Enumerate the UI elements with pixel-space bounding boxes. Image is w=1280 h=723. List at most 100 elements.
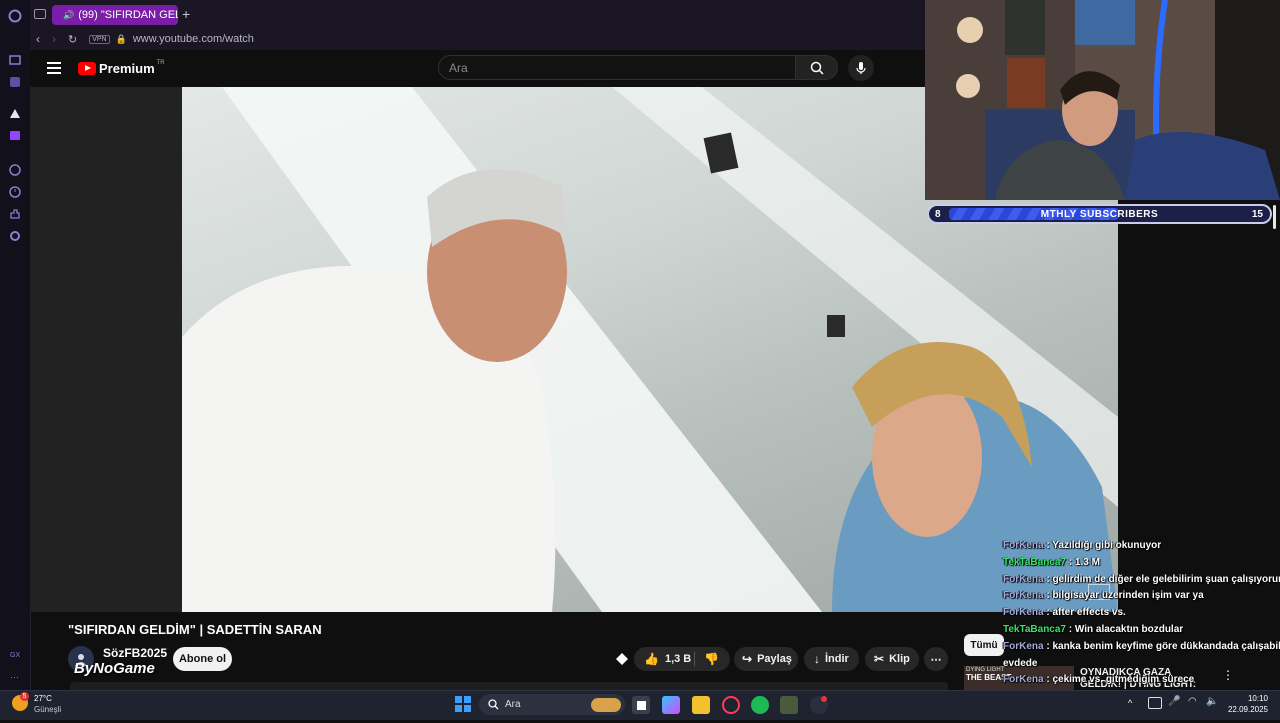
clock-time[interactable]: 10:10 xyxy=(1228,694,1268,703)
download-icon: ↓ xyxy=(814,652,820,666)
start-button-icon[interactable] xyxy=(455,696,471,712)
channel-name[interactable]: SözFB2025 xyxy=(103,646,167,660)
chat-message: after effects vs. xyxy=(1052,607,1126,619)
search-highlight-icon xyxy=(591,697,621,712)
chat-username: TekTaBanca7 xyxy=(1003,556,1066,568)
chat-username: ForKena xyxy=(1003,674,1044,686)
chat-separator: : xyxy=(1066,556,1075,568)
chat-message: Win alacaktın bozdular xyxy=(1074,623,1184,635)
sidebar-more-icon[interactable]: ··· xyxy=(10,672,19,682)
youtube-play-icon xyxy=(78,62,96,75)
new-tab-button[interactable]: + xyxy=(182,6,190,22)
spotify-icon[interactable] xyxy=(751,696,769,714)
voice-search-button[interactable] xyxy=(848,55,874,81)
microphone-icon xyxy=(856,62,866,74)
chip-all[interactable]: Tümü xyxy=(964,634,1004,656)
twitch-icon[interactable] xyxy=(7,128,23,144)
opera-sidebar: GX ··· xyxy=(0,0,31,690)
messenger-icon[interactable] xyxy=(7,74,23,90)
like-count[interactable]: 1,3 B xyxy=(665,653,691,665)
workspaces-icon[interactable] xyxy=(34,9,46,19)
gx-label: GX xyxy=(10,652,21,659)
chat-message: evdede xyxy=(1003,657,1038,669)
chat-line: ForKena : çekime vs. gitmediğim sürece xyxy=(1003,672,1280,689)
share-button[interactable]: ↪ Paylaş xyxy=(734,647,798,671)
scissors-icon: ✂ xyxy=(874,652,885,666)
chat-line: TekTaBanca7 : Win alacaktın bozdular xyxy=(1003,622,1280,639)
youtube-logo[interactable]: Premium TR xyxy=(78,59,165,76)
search-icon xyxy=(810,61,824,75)
task-view-icon[interactable] xyxy=(632,696,650,714)
mail-icon[interactable] xyxy=(7,52,23,68)
clock-date: 22.09.2025 xyxy=(1227,705,1268,714)
chat-username: ForKena xyxy=(1003,607,1044,619)
menu-icon[interactable] xyxy=(47,62,61,74)
chat-line: ForKena : after effects vs. xyxy=(1003,605,1280,622)
opera-gx-logo-icon[interactable] xyxy=(7,8,23,24)
history-icon[interactable] xyxy=(7,184,23,200)
search-button[interactable] xyxy=(796,55,838,80)
tray-chevron-icon[interactable]: ^ xyxy=(1128,698,1132,708)
settings-icon[interactable] xyxy=(7,228,23,244)
taskbar-search[interactable]: Ara xyxy=(479,694,625,715)
tray-volume-icon[interactable]: 🔈 xyxy=(1206,696,1218,707)
chat-line: ForKena : kanka benim keyfime göre dükka… xyxy=(1003,639,1280,656)
more-dots-icon: ⋯ xyxy=(930,653,942,666)
address-bar: ‹ › ↻ VPN 🔒 www.youtube.com/watch xyxy=(30,28,925,50)
page-scrollbar[interactable] xyxy=(1273,205,1276,229)
subscribe-button[interactable]: Abone ol xyxy=(173,647,232,671)
like-icon[interactable]: 👍 xyxy=(644,652,659,666)
chat-line: TekTaBanca7 : 1.3 M xyxy=(1003,555,1280,572)
more-actions-button[interactable]: ⋯ xyxy=(924,647,948,671)
file-explorer-icon[interactable] xyxy=(692,696,710,714)
chat-username: ForKena xyxy=(1003,540,1044,551)
chat-username: TekTaBanca7 xyxy=(1003,623,1066,635)
search-input[interactable]: Ara xyxy=(438,55,796,80)
tray-wifi-icon[interactable]: ◠ xyxy=(1188,696,1197,707)
webcam-scene xyxy=(925,0,1280,200)
obs-icon[interactable] xyxy=(810,696,828,714)
chat-username: ForKena xyxy=(1003,573,1044,585)
game-launcher-icon[interactable] xyxy=(780,696,798,714)
sub-count-right: 15 xyxy=(1251,208,1263,220)
copilot-icon[interactable] xyxy=(662,696,680,714)
clip-label: Klip xyxy=(889,653,910,665)
url-text[interactable]: www.youtube.com/watch xyxy=(133,33,254,45)
chat-line: evdede xyxy=(1003,656,1280,673)
reload-icon[interactable]: ↻ xyxy=(68,33,77,46)
weather-desc: Güneşli xyxy=(34,705,62,714)
back-icon[interactable]: ‹ xyxy=(36,32,40,46)
player-icon[interactable] xyxy=(7,162,23,178)
download-button[interactable]: ↓ İndir xyxy=(804,647,859,671)
forward-icon[interactable]: › xyxy=(52,32,56,46)
taskbar-search-label: Ara xyxy=(505,699,521,710)
tab-youtube[interactable]: 🔊 (99) "SIFIRDAN GELDİ xyxy=(52,5,178,25)
weather-temp[interactable]: 27°C xyxy=(34,694,52,703)
chat-separator: : xyxy=(1066,623,1075,635)
chat-message: 1.3 M xyxy=(1074,556,1100,568)
chat-line: ForKena : Yazıldığı gibi okunuyor xyxy=(1003,538,1280,555)
weather-badge: 5 xyxy=(20,692,29,701)
taskbar-search-icon xyxy=(488,699,499,710)
dislike-icon[interactable]: 👎 xyxy=(704,652,719,666)
speaker-icon[interactable]: 🔊 xyxy=(63,10,74,21)
tray-mic-icon[interactable]: 🎤 xyxy=(1168,696,1180,707)
like-divider xyxy=(694,652,695,666)
sponsor-icon[interactable] xyxy=(614,651,630,667)
extensions-icon[interactable] xyxy=(7,206,23,222)
streamer-webcam xyxy=(925,0,1280,200)
chat-line: ForKena : gelirdim de diğer ele gelebili… xyxy=(1003,572,1280,589)
opera-gx-taskbar-icon[interactable] xyxy=(722,696,740,714)
stream-watermark: ByNoGame xyxy=(74,660,155,677)
chat-line: ForKena : bilgisayar üzerinden işim var … xyxy=(1003,588,1280,605)
like-dislike-group: 👍 1,3 B 👎 xyxy=(634,647,730,671)
clip-button[interactable]: ✂ Klip xyxy=(865,647,919,671)
search-placeholder: Ara xyxy=(449,60,468,75)
vpn-badge[interactable]: VPN xyxy=(89,34,110,44)
lock-icon: 🔒 xyxy=(115,33,127,44)
logo-region: TR xyxy=(156,59,165,66)
description-box-edge xyxy=(70,682,948,690)
chat-separator: : xyxy=(1043,540,1053,551)
kick-icon[interactable] xyxy=(7,106,23,122)
tray-network-icon[interactable] xyxy=(1148,697,1162,709)
